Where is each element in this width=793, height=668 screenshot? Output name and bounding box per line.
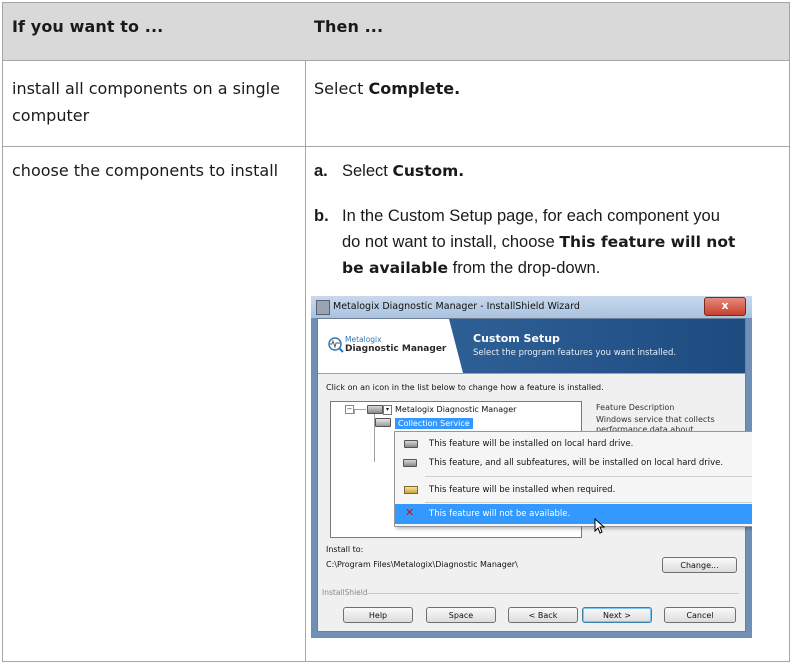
wizard-instruction: Click on an icon in the list below to ch…	[326, 383, 604, 392]
step-b-text: In the Custom Setup page, for each compo…	[342, 203, 784, 281]
tree-root-label[interactable]: Metalogix Diagnostic Manager	[395, 405, 516, 414]
menu-item-install-local[interactable]: This feature will be installed on local …	[395, 434, 752, 454]
install-to-label: Install to:	[326, 545, 364, 554]
mouse-cursor-icon	[594, 518, 606, 534]
installshield-footer-label: InstallShield	[322, 588, 368, 597]
menu-separator	[425, 502, 752, 503]
install-on-demand-icon	[404, 486, 418, 494]
row1-action: Select Complete.	[314, 75, 779, 102]
menu-item-install-on-demand[interactable]: This feature will be installed when requ…	[395, 480, 752, 500]
dropdown-arrow-icon[interactable]: ▾	[383, 405, 392, 415]
wizard-titlebar: Metalogix Diagnostic Manager - InstallSh…	[311, 296, 752, 318]
space-button[interactable]: Space	[426, 607, 496, 623]
header-condition: If you want to ...	[12, 17, 164, 36]
install-to-path: C:\Program Files\Metalogix\Diagnostic Ma…	[326, 560, 518, 569]
next-button[interactable]: Next >	[582, 607, 652, 623]
installer-app-icon	[316, 300, 330, 315]
menu-item-label: This feature will not be available.	[429, 509, 571, 519]
hard-drive-subfeatures-icon	[403, 459, 417, 467]
menu-item-not-available[interactable]: ✕ This feature will not be available.	[395, 504, 752, 524]
wizard-heading: Custom Setup	[473, 332, 560, 345]
menu-separator	[425, 476, 752, 477]
menu-item-label: This feature, and all subfeatures, will …	[429, 458, 724, 468]
step-b-line3-suffix: from the drop-down.	[448, 259, 601, 277]
step-b-line2-prefix: do not want to install, choose	[342, 233, 560, 251]
cancel-button[interactable]: Cancel	[664, 607, 736, 623]
back-button[interactable]: < Back	[508, 607, 578, 623]
step-b: b. In the Custom Setup page, for each co…	[314, 203, 784, 283]
table-header-row: If you want to ... Then ...	[3, 3, 789, 61]
step-b-line3: be available from the drop-down.	[342, 255, 784, 281]
row1-condition-line1: install all components on a single	[12, 79, 280, 98]
hard-drive-icon	[404, 440, 418, 448]
logo-brand-text: Metalogix	[345, 335, 382, 344]
row1-action-bold: Complete.	[368, 79, 461, 98]
close-button[interactable]: x	[704, 297, 746, 316]
feature-description-heading: Feature Description	[596, 403, 675, 412]
collapse-toggle-icon[interactable]: −	[345, 405, 354, 414]
installshield-screenshot: Metalogix Diagnostic Manager - InstallSh…	[311, 296, 752, 638]
tree-selected-label[interactable]: Collection Service	[395, 418, 473, 429]
header-action: Then ...	[314, 17, 384, 36]
row1-action-prefix: Select	[314, 79, 369, 98]
banner-blue-panel	[449, 319, 745, 373]
footer-divider	[366, 593, 739, 594]
wizard-subheading: Select the program features you want ins…	[473, 348, 677, 358]
help-button[interactable]: Help	[343, 607, 413, 623]
wizard-title: Metalogix Diagnostic Manager - InstallSh…	[333, 301, 580, 312]
step-b-line2-bold: This feature will not	[559, 233, 736, 251]
row2-condition: choose the components to install	[12, 161, 279, 180]
menu-item-label: This feature will be installed when requ…	[429, 485, 616, 495]
step-b-line3-bold: be available	[342, 259, 449, 277]
root-drive-icon[interactable]	[367, 405, 383, 414]
feature-dropdown-menu: This feature will be installed on local …	[394, 431, 752, 527]
metalogix-logo-icon	[328, 337, 344, 353]
row1-condition-line2: computer	[12, 106, 90, 125]
table-row: install all components on a single compu…	[3, 61, 789, 147]
step-a: a. Select Custom.	[314, 158, 784, 184]
step-b-label: b.	[314, 207, 329, 225]
menu-item-install-all-local[interactable]: This feature, and all subfeatures, will …	[395, 453, 752, 473]
wizard-body: Metalogix Diagnostic Manager Custom Setu…	[317, 318, 752, 632]
menu-item-label: This feature will be installed on local …	[429, 439, 634, 449]
step-a-bold: Custom.	[392, 162, 465, 180]
wizard-banner: Metalogix Diagnostic Manager Custom Setu…	[318, 319, 745, 374]
child-drive-icon[interactable]	[375, 418, 391, 427]
step-b-line2: do not want to install, choose This feat…	[342, 229, 784, 255]
step-a-label: a.	[314, 162, 328, 180]
logo-product-text: Diagnostic Manager	[345, 344, 447, 354]
change-button[interactable]: Change...	[662, 557, 737, 573]
step-b-line1: In the Custom Setup page, for each compo…	[342, 207, 720, 225]
tree-connector	[354, 409, 366, 410]
step-a-text: Select Custom.	[342, 158, 784, 184]
tree-connector	[354, 410, 355, 414]
step-a-prefix: Select	[342, 162, 393, 180]
row1-condition: install all components on a single compu…	[12, 75, 298, 129]
red-x-icon: ✕	[405, 506, 415, 519]
